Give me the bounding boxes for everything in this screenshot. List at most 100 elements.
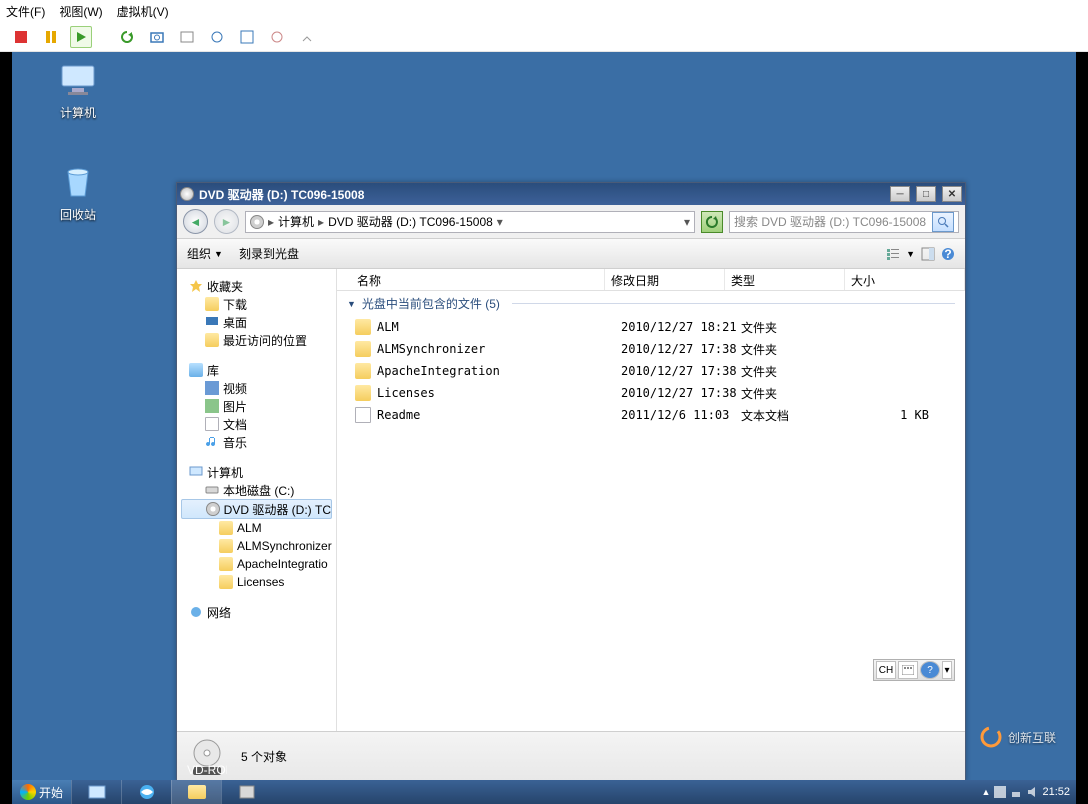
play-button[interactable] <box>70 26 92 48</box>
tree-local-disk[interactable]: 本地磁盘 (C:) <box>181 481 332 499</box>
taskbar-explorer[interactable] <box>171 780 221 804</box>
taskbar-ie[interactable] <box>121 780 171 804</box>
start-button[interactable]: 开始 <box>12 780 71 804</box>
preview-pane-icon[interactable] <box>921 247 935 261</box>
col-date[interactable]: 修改日期 <box>605 269 725 290</box>
unity-icon[interactable] <box>266 26 288 48</box>
dvd-rom-icon: DVD-ROM <box>187 737 227 777</box>
system-tray[interactable]: ▲ 21:52 <box>976 786 1076 798</box>
breadcrumb-drive[interactable]: DVD 驱动器 (D:) TC096-15008 <box>328 213 493 230</box>
file-type: 文件夹 <box>741 363 861 380</box>
status-bar: DVD-ROM 5 个对象 <box>177 731 965 781</box>
tree-desktop[interactable]: 桌面 <box>181 313 332 331</box>
tree-dvd-drive[interactable]: DVD 驱动器 (D:) TC <box>181 499 332 519</box>
collapse-icon[interactable]: ▼ <box>347 299 356 309</box>
tree-sub-licenses[interactable]: Licenses <box>181 573 332 591</box>
tray-up-icon[interactable]: ▲ <box>982 787 991 797</box>
refresh-icon[interactable] <box>116 26 138 48</box>
breadcrumb-computer[interactable]: 计算机 <box>278 213 314 230</box>
forward-button[interactable]: ► <box>214 209 239 234</box>
tree-recent[interactable]: 最近访问的位置 <box>181 331 332 349</box>
network-icon[interactable] <box>206 26 228 48</box>
tree-sub-alm[interactable]: ALM <box>181 519 332 537</box>
drive-icon <box>180 187 194 201</box>
watermark: 创新互联 <box>980 726 1056 748</box>
file-size: 1 KB <box>861 408 965 422</box>
file-date: 2010/12/27 17:38 <box>621 364 741 378</box>
guest-desktop: 计算机 回收站 DVD 驱动器 (D:) TC096-15008 ─ □ ✕ <box>12 52 1076 804</box>
file-row[interactable]: ALM2010/12/27 18:21文件夹 <box>337 316 965 338</box>
menu-file[interactable]: 文件(F) <box>6 3 45 20</box>
tree-videos[interactable]: 视频 <box>181 379 332 397</box>
close-button[interactable]: ✕ <box>942 186 962 202</box>
taskbar-server-manager[interactable] <box>71 780 121 804</box>
ime-toolbar[interactable]: CH ? ▾ <box>873 659 955 681</box>
file-row[interactable]: Licenses2010/12/27 17:38文件夹 <box>337 382 965 404</box>
refresh-button[interactable] <box>701 211 723 233</box>
dropdown-icon[interactable]: ▾ <box>684 215 690 229</box>
file-type: 文件夹 <box>741 319 861 336</box>
tree-downloads[interactable]: 下载 <box>181 295 332 313</box>
col-size[interactable]: 大小 <box>845 269 965 290</box>
tree-music[interactable]: 音乐 <box>181 433 332 451</box>
tree-favorites[interactable]: 收藏夹 <box>181 277 332 295</box>
navigation-tree[interactable]: 收藏夹 下载 桌面 最近访问的位置 库 视频 图片 文档 音乐 <box>177 269 337 731</box>
desktop-icon-recycle[interactable]: 回收站 <box>46 162 110 223</box>
search-box[interactable]: 搜索 DVD 驱动器 (D:) TC096-15008 <box>729 211 959 233</box>
view-options-icon[interactable] <box>886 247 900 261</box>
tree-sub-apache[interactable]: ApacheIntegratio <box>181 555 332 573</box>
tray-clock[interactable]: 21:52 <box>1042 786 1070 798</box>
file-row[interactable]: ALMSynchronizer2010/12/27 17:38文件夹 <box>337 338 965 360</box>
desktop-area[interactable]: 计算机 回收站 DVD 驱动器 (D:) TC096-15008 ─ □ ✕ <box>12 52 1076 780</box>
burn-button[interactable]: 刻录到光盘 <box>239 245 299 262</box>
menu-machine[interactable]: 虚拟机(V) <box>117 3 169 20</box>
ime-options-icon[interactable]: ▾ <box>942 661 952 679</box>
taskbar-item[interactable] <box>221 780 271 804</box>
fullscreen-icon[interactable] <box>236 26 258 48</box>
col-type[interactable]: 类型 <box>725 269 845 290</box>
file-row[interactable]: Readme2011/12/6 11:03文本文档1 KB <box>337 404 965 426</box>
file-row[interactable]: ApacheIntegration2010/12/27 17:38文件夹 <box>337 360 965 382</box>
tree-documents[interactable]: 文档 <box>181 415 332 433</box>
tree-pictures[interactable]: 图片 <box>181 397 332 415</box>
maximize-button[interactable]: □ <box>916 186 936 202</box>
chevron-down-icon[interactable]: ▼ <box>906 249 915 259</box>
file-icon <box>355 407 371 423</box>
tray-flag-icon[interactable] <box>994 786 1006 798</box>
command-bar: 组织 ▼ 刻录到光盘 ▼ ? <box>177 239 965 269</box>
menu-view[interactable]: 视图(W) <box>59 3 102 20</box>
ime-lang[interactable]: CH <box>876 661 896 679</box>
file-type: 文件夹 <box>741 385 861 402</box>
tools-icon[interactable] <box>296 26 318 48</box>
col-name[interactable]: 名称 <box>337 269 605 290</box>
pause-button[interactable] <box>40 26 62 48</box>
organize-menu[interactable]: 组织 ▼ <box>187 245 223 262</box>
ime-keyboard-icon[interactable] <box>898 661 918 679</box>
drive-icon <box>250 215 264 229</box>
settings-icon[interactable] <box>176 26 198 48</box>
column-headers: 名称 修改日期 类型 大小 <box>337 269 965 291</box>
tray-sound-icon[interactable] <box>1026 786 1038 798</box>
file-date: 2010/12/27 17:38 <box>621 386 741 400</box>
tree-computer[interactable]: 计算机 <box>181 463 332 481</box>
desktop-icon-computer[interactable]: 计算机 <box>46 60 110 121</box>
tree-libraries[interactable]: 库 <box>181 361 332 379</box>
ime-help-icon[interactable]: ? <box>920 661 940 679</box>
file-list[interactable]: 名称 修改日期 类型 大小 ▼ 光盘中当前包含的文件 (5) ALM2010/1… <box>337 269 965 731</box>
stop-button[interactable] <box>10 26 32 48</box>
folder-icon <box>355 341 371 357</box>
address-bar[interactable]: ▸ 计算机 ▸ DVD 驱动器 (D:) TC096-15008 ▾ ▾ <box>245 211 695 233</box>
back-button[interactable]: ◄ <box>183 209 208 234</box>
tree-network[interactable]: 网络 <box>181 603 332 621</box>
explorer-body: 收藏夹 下载 桌面 最近访问的位置 库 视频 图片 文档 音乐 <box>177 269 965 731</box>
group-header[interactable]: ▼ 光盘中当前包含的文件 (5) <box>337 291 965 316</box>
snapshot-icon[interactable] <box>146 26 168 48</box>
file-name: ApacheIntegration <box>377 364 621 378</box>
tree-sub-almsync[interactable]: ALMSynchronizer <box>181 537 332 555</box>
search-button[interactable] <box>932 212 954 232</box>
titlebar[interactable]: DVD 驱动器 (D:) TC096-15008 ─ □ ✕ <box>177 183 965 205</box>
minimize-button[interactable]: ─ <box>890 186 910 202</box>
help-icon[interactable]: ? <box>941 247 955 261</box>
taskbar[interactable]: 开始 ▲ 21:52 <box>12 780 1076 804</box>
tray-network-icon[interactable] <box>1010 786 1022 798</box>
